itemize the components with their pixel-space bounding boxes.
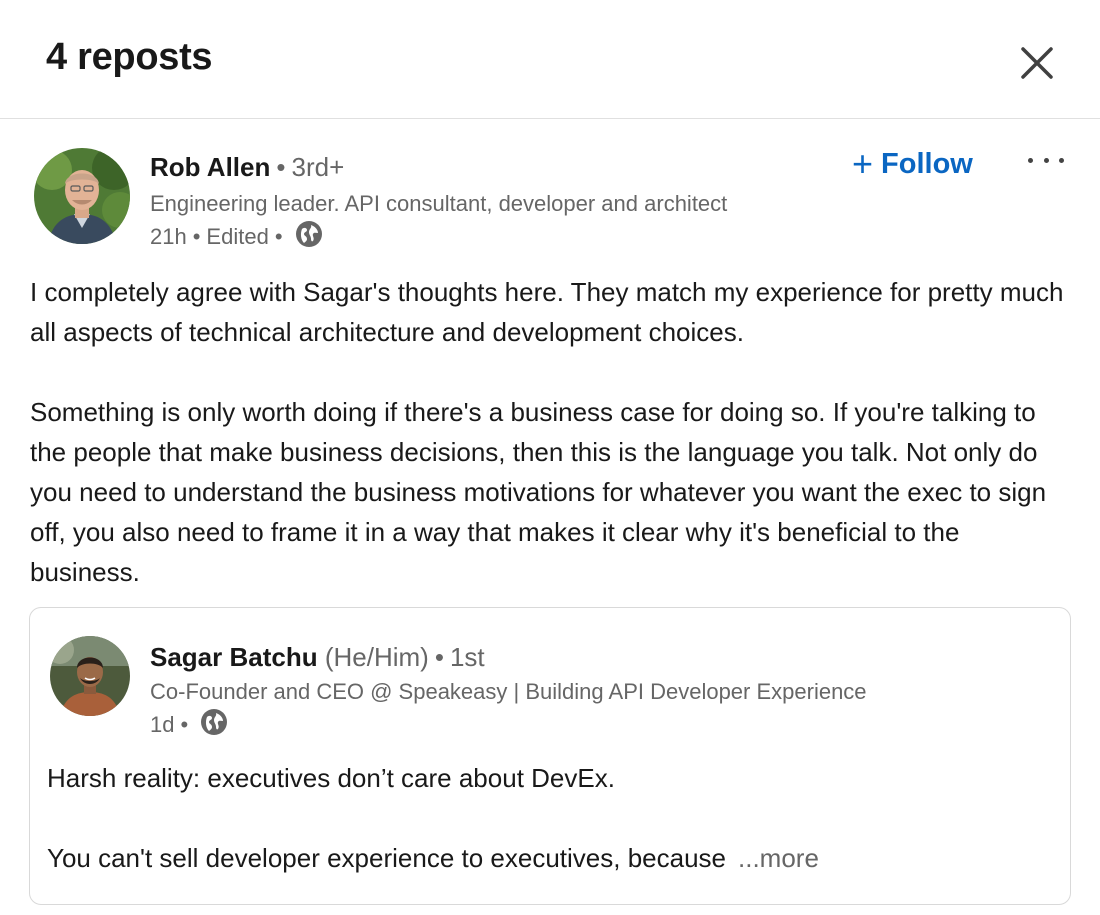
truncated-text: You can't sell developer experience to e… — [47, 843, 726, 873]
see-more-link[interactable]: ...more — [738, 843, 819, 873]
post-text: I completely agree with Sagar's thoughts… — [30, 272, 1070, 592]
author-name[interactable]: Rob Allen — [150, 152, 270, 182]
ellipsis-icon — [1043, 157, 1049, 163]
author-name-line: Rob Allen • 3rd+ — [150, 152, 344, 183]
original-author-name-line: Sagar Batchu (He/Him) • 1st — [150, 642, 485, 673]
post-time: 1d — [150, 712, 175, 737]
connection-degree: 1st — [449, 642, 485, 672]
ellipsis-icon — [1028, 157, 1033, 163]
avatar-photo — [34, 148, 130, 244]
original-author-headline: Co-Founder and CEO @ Speakeasy | Buildin… — [150, 679, 867, 704]
original-post-text: Harsh reality: executives don’t care abo… — [47, 758, 1047, 878]
post-paragraph-truncated: You can't sell developer experience to e… — [47, 838, 1047, 878]
edited-label: Edited — [206, 224, 269, 249]
modal-title: 4 reposts — [46, 36, 213, 78]
separator-dot: • — [274, 224, 283, 249]
pronouns: (He/Him) — [324, 642, 429, 672]
connection-degree: 3rd+ — [291, 152, 345, 182]
author-headline: Engineering leader. API consultant, deve… — [150, 191, 728, 216]
globe-icon — [295, 220, 323, 254]
original-post-meta: 1d • — [150, 708, 228, 742]
separator-dot: • — [180, 712, 189, 737]
post-paragraph: Harsh reality: executives don’t care abo… — [47, 763, 615, 793]
ellipsis-icon — [1059, 157, 1064, 163]
separator-dot: • — [276, 152, 286, 182]
quoted-post-card[interactable]: Sagar Batchu (He/Him) • 1st Co-Founder and… — [29, 607, 1071, 905]
follow-button[interactable]: + Follow — [852, 144, 973, 184]
avatar[interactable] — [50, 636, 130, 716]
post-paragraph: I completely agree with Sagar's thoughts… — [30, 277, 1064, 347]
close-button[interactable] — [1014, 40, 1060, 86]
modal-header: 4 reposts — [0, 0, 1100, 119]
post-time: 21h — [150, 224, 187, 249]
avatar-photo — [50, 636, 130, 716]
plus-icon: + — [852, 143, 874, 184]
separator-dot: • — [434, 642, 444, 672]
separator-dot: • — [192, 224, 201, 249]
more-options-button[interactable] — [1028, 148, 1064, 172]
close-icon — [1021, 47, 1053, 79]
original-author-name[interactable]: Sagar Batchu — [150, 642, 318, 672]
globe-icon — [200, 708, 228, 742]
post-meta: 21h • Edited • — [150, 220, 323, 254]
avatar[interactable] — [34, 148, 130, 244]
post-paragraph: Something is only worth doing if there's… — [30, 397, 1047, 587]
follow-label: Follow — [881, 147, 973, 180]
